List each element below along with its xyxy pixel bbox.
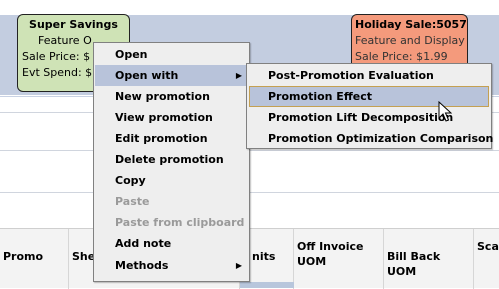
menu-item-label: Delete promotion (115, 153, 224, 166)
menu-item-delete-promotion[interactable]: Delete promotion (95, 149, 248, 170)
selected-column-marker (240, 282, 294, 288)
promotion-tactic: Feature and Display (355, 34, 465, 47)
menu-item-label: Open with (115, 69, 179, 82)
column-header-promo[interactable]: Promo (0, 229, 69, 289)
menu-item-open[interactable]: Open (95, 44, 248, 65)
menu-item-label: Methods (115, 259, 169, 272)
menu-item-label: Copy (115, 174, 146, 187)
column-header-off-invoice-uom[interactable]: Off Invoice UOM (294, 229, 384, 289)
submenu-item-promotion-lift-decomposition[interactable]: Promotion Lift Decomposition (249, 107, 489, 128)
menu-item-label: Open (115, 48, 148, 61)
menu-item-label: View promotion (115, 111, 213, 124)
menu-item-view-promotion[interactable]: View promotion (95, 107, 248, 128)
submenu-arrow-icon: ▶ (235, 71, 242, 80)
menu-item-label: Paste (115, 195, 150, 208)
menu-item-edit-promotion[interactable]: Edit promotion (95, 128, 248, 149)
menu-item-label: Paste from clipboard (115, 216, 245, 229)
open-with-submenu: Post-Promotion Evaluation Promotion Effe… (246, 63, 493, 149)
column-header-scan[interactable]: Sca (474, 229, 499, 289)
menu-item-copy[interactable]: Copy (95, 170, 248, 191)
menu-item-new-promotion[interactable]: New promotion (95, 86, 248, 107)
promotion-title: Holiday Sale:50571 (355, 18, 468, 31)
promotion-sale-price: Sale Price: $1.99 (355, 50, 448, 63)
menu-item-label: Add note (115, 237, 172, 250)
menu-item-paste-from-clipboard: Paste from clipboard (95, 212, 248, 233)
menu-item-open-with[interactable]: Open with ▶ (95, 65, 248, 86)
menu-item-methods[interactable]: Methods ▶ (95, 255, 248, 276)
arrow-cursor-icon (438, 101, 452, 122)
context-menu: Open Open with ▶ New promotion View promo… (93, 42, 250, 282)
submenu-item-promotion-effect[interactable]: Promotion Effect (249, 86, 489, 107)
submenu-arrow-icon: ▶ (235, 261, 242, 270)
menu-item-paste: Paste (95, 191, 248, 212)
promotion-title: Super Savings (29, 18, 118, 31)
menu-item-add-note[interactable]: Add note (95, 233, 248, 254)
column-header-bill-back-uom[interactable]: Bill Back UOM (384, 229, 474, 289)
submenu-item-post-promotion-evaluation[interactable]: Post-Promotion Evaluation (249, 65, 489, 86)
submenu-item-promotion-optimization-comparison[interactable]: Promotion Optimization Comparison (249, 128, 493, 149)
menu-item-label: Edit promotion (115, 132, 208, 145)
menu-item-label: New promotion (115, 90, 210, 103)
